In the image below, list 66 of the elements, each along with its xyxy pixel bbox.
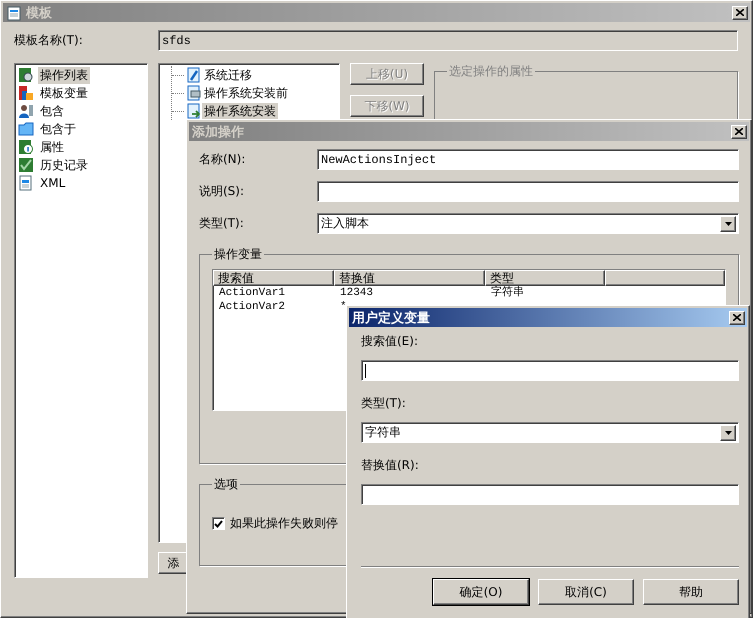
user-icon — [18, 103, 34, 119]
dialog-button[interactable]: 取消(C) — [538, 579, 634, 605]
sidebar-item[interactable]: 属性 — [38, 138, 66, 156]
window-title: 用户定义变量 — [352, 310, 431, 326]
document-icon — [6, 4, 22, 20]
dialog-button[interactable]: 帮助 — [643, 579, 739, 605]
sidebar-item[interactable]: XML — [38, 176, 68, 190]
caret-icon — [724, 430, 732, 434]
field-label: 替换值(R): — [361, 457, 420, 474]
close-icon — [736, 9, 744, 16]
close-button[interactable] — [729, 310, 745, 324]
table-cell-text: * — [339, 300, 348, 314]
window-title: 模板 — [26, 4, 53, 22]
input-field[interactable] — [317, 181, 739, 202]
input-field[interactable]: NewActionsInject — [317, 149, 739, 170]
dropdown-button[interactable] — [720, 216, 736, 232]
type-dropdown[interactable]: 字符串 — [361, 422, 739, 443]
checkbox-label: 如果此操作失败则停 — [230, 515, 338, 532]
field-label: 说明(S): — [199, 183, 246, 200]
column-header[interactable]: 替换值 — [334, 270, 485, 286]
close-icon — [733, 314, 741, 321]
tree-item[interactable]: 系统迁移 — [202, 66, 254, 84]
monitor-icon — [186, 85, 202, 101]
input-field[interactable] — [361, 360, 739, 381]
close-button[interactable] — [731, 124, 747, 138]
dropdown-button[interactable] — [720, 424, 736, 440]
sidebar-item[interactable]: 包含于 — [38, 120, 78, 138]
window-title: 添加操作 — [192, 124, 245, 140]
table-cell-text: ActionVar1 — [218, 286, 286, 300]
sidebar-item[interactable]: 模板变量 — [38, 84, 90, 102]
column-header[interactable]: 搜索值 — [213, 270, 334, 286]
group-title: 选项 — [213, 476, 239, 493]
info-icon — [18, 139, 34, 155]
template-name-field[interactable]: sfds — [158, 30, 738, 51]
blocks-icon — [18, 85, 34, 101]
close-icon — [735, 128, 743, 135]
checkbox[interactable] — [212, 517, 225, 530]
sidebar-item[interactable]: 包含 — [38, 102, 66, 120]
sidebar-item[interactable]: 操作列表 — [38, 66, 90, 84]
arrow-document-icon — [186, 103, 202, 119]
field-label: 类型(T): — [361, 395, 407, 412]
checkmark-icon — [18, 157, 34, 173]
add-button[interactable]: 添 — [158, 552, 189, 574]
table-cell-text: ActionVar2 — [218, 300, 286, 314]
dialog-button[interactable]: 确定(O) — [433, 579, 529, 605]
column-header[interactable]: 类型 — [485, 270, 605, 286]
gear-icon — [18, 67, 34, 83]
group-title: 操作变量 — [213, 246, 263, 263]
field-label: 搜索值(E): — [361, 333, 419, 350]
folder-icon — [18, 121, 34, 137]
input-field[interactable] — [361, 484, 739, 505]
table-cell-text: 字符串 — [490, 286, 525, 300]
table-cell-text: 12343 — [339, 286, 374, 300]
tree-item[interactable]: 操作系统安装前 — [202, 84, 290, 102]
group-title: 选定操作的属性 — [448, 63, 534, 80]
caret-icon — [724, 222, 732, 226]
checkmark-icon — [214, 520, 223, 528]
type-dropdown[interactable]: 注入脚本 — [317, 213, 739, 234]
wrench-icon — [186, 67, 202, 83]
field-label: 名称(N): — [199, 151, 246, 168]
field-label: 类型(T): — [199, 215, 245, 232]
field-label: 模板名称(T): — [14, 32, 84, 49]
close-button[interactable] — [732, 6, 748, 20]
sidebar-item[interactable]: 历史记录 — [38, 156, 90, 174]
document-icon — [18, 175, 34, 191]
tree-item[interactable]: 操作系统安装 — [202, 102, 278, 120]
